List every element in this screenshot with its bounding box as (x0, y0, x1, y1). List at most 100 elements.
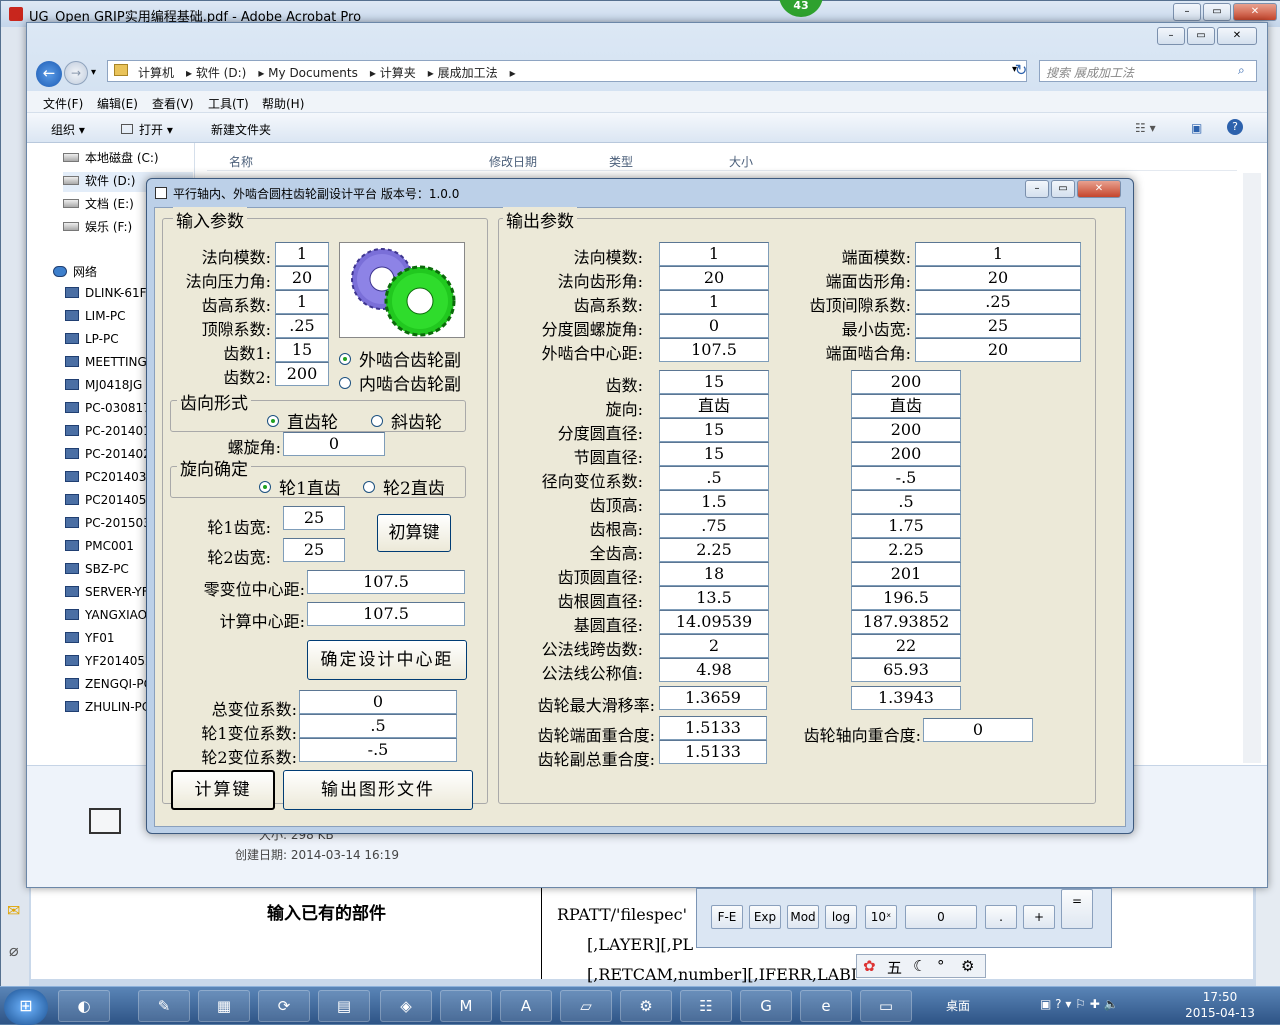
taskbar-calculator-icon[interactable]: ▦ (198, 990, 250, 1022)
helix-input[interactable]: 0 (283, 432, 385, 456)
taskbar-refresh-icon[interactable]: ⟳ (258, 990, 310, 1022)
radio-gear1-spur[interactable]: 轮1直齿 (259, 474, 341, 499)
back-button[interactable]: ← (36, 61, 62, 87)
paw-icon[interactable]: ✿ (863, 957, 876, 975)
update-badge[interactable]: 43 (779, 0, 823, 17)
taskbar-grid-icon[interactable]: ☷ (680, 990, 732, 1022)
taskbar-window-icon[interactable]: ▭ (860, 990, 912, 1022)
nav-network-computer[interactable]: PC-201503 (65, 516, 149, 536)
total-shift-input[interactable]: 0 (299, 690, 457, 714)
help-icon[interactable]: ? (1227, 119, 1243, 135)
radio-gear2-spur[interactable]: 轮2直齿 (363, 474, 445, 499)
taskbar-gear-app-icon[interactable]: ⚙ (620, 990, 672, 1022)
clock[interactable]: 17:50 2015-04-13 (1170, 989, 1270, 1021)
breadcrumb-item[interactable]: 计算夹 (380, 66, 416, 80)
calc-key-equals[interactable]: = (1061, 889, 1093, 929)
taskbar-paint-icon[interactable]: ✎ (138, 990, 190, 1022)
nav-network-computer[interactable]: ZENGQI-PC (65, 677, 149, 697)
breadcrumb-item[interactable]: 展成加工法 (438, 66, 498, 80)
confirm-center-button[interactable]: 确定设计中心距 (307, 640, 467, 680)
calc-key-plus[interactable]: + (1023, 905, 1055, 929)
radio-helical[interactable]: 斜齿轮 (371, 408, 442, 433)
breadcrumb-item[interactable]: My Documents (268, 66, 358, 80)
desktop-toolbar-label[interactable]: 桌面 (946, 997, 970, 1014)
explorer-minimize-button[interactable]: – (1157, 27, 1185, 45)
radio-internal-mesh[interactable]: 内啮合齿轮副 (339, 370, 461, 395)
radio-external-mesh[interactable]: 外啮合齿轮副 (339, 346, 461, 371)
new-folder-button[interactable]: 新建文件夹 (211, 121, 271, 138)
search-input[interactable]: 搜索 展成加工法 ⌕ (1039, 60, 1257, 82)
nav-network-computer[interactable]: PC2014030 (65, 470, 149, 490)
shift1-input[interactable]: .5 (299, 714, 457, 738)
ime-mode[interactable]: 五 (887, 957, 902, 978)
acrobat-close-button[interactable]: ✕ (1233, 3, 1277, 21)
menu-view[interactable]: 查看(V) (152, 95, 194, 112)
nav-network-computer[interactable]: YF2014052 (65, 654, 149, 674)
taskbar-acrobat-icon[interactable]: A (500, 990, 552, 1022)
zero-center-input[interactable]: 107.5 (307, 570, 465, 594)
taskbar-ie-icon[interactable]: e (800, 990, 852, 1022)
width1-input[interactable]: 25 (283, 506, 345, 530)
column-name[interactable]: 名称 (229, 153, 253, 170)
nav-network-computer[interactable]: PC2014051 (65, 493, 149, 513)
attachment-icon[interactable]: ⌀ (9, 941, 19, 960)
nav-drive-c[interactable]: 本地磁盘 (C:) (63, 149, 193, 169)
breadcrumb-item[interactable]: 计算机 (138, 66, 174, 80)
menu-tools[interactable]: 工具(T) (208, 95, 249, 112)
nav-network-computer[interactable]: MEETTING (65, 355, 149, 375)
acrobat-minimize-button[interactable]: – (1173, 3, 1201, 21)
calc-key-zero[interactable]: 0 (905, 905, 977, 929)
nav-network-computer[interactable]: LP-PC (65, 332, 149, 352)
nav-network-computer[interactable]: ZHULIN-PC (65, 700, 149, 720)
column-date[interactable]: 修改日期 (489, 153, 537, 170)
input-field[interactable]: 15 (275, 338, 329, 362)
taskbar-app-icon[interactable]: ◐ (58, 990, 110, 1022)
moon-icon[interactable]: ☾ (913, 957, 926, 975)
calculate-button[interactable]: 计算键 (171, 770, 275, 810)
dialog-close-button[interactable]: ✕ (1077, 180, 1121, 198)
forward-button[interactable]: → (64, 61, 88, 85)
nav-network-computer[interactable]: MJ0418JG (65, 378, 149, 398)
input-field[interactable]: 20 (275, 266, 329, 290)
menu-file[interactable]: 文件(F) (43, 95, 83, 112)
menu-help[interactable]: 帮助(H) (262, 95, 304, 112)
nav-network-computer[interactable]: PC-030817 (65, 401, 149, 421)
tray-icons[interactable]: ▣ ? ▾ ⚐ ✚ 🔈 (1040, 997, 1119, 1011)
dialog-minimize-button[interactable]: – (1025, 180, 1049, 198)
input-field[interactable]: .25 (275, 314, 329, 338)
input-field[interactable]: 1 (275, 290, 329, 314)
radio-spur[interactable]: 直齿轮 (267, 408, 338, 433)
shift2-input[interactable]: -.5 (299, 738, 457, 762)
preview-pane-icon[interactable]: ▣ (1191, 121, 1202, 135)
width2-input[interactable]: 25 (283, 538, 345, 562)
initial-calc-button[interactable]: 初算键 (377, 514, 451, 552)
calc-key-log[interactable]: log (825, 905, 857, 929)
input-field[interactable]: 1 (275, 242, 329, 266)
explorer-close-button[interactable]: ✕ (1217, 27, 1257, 45)
export-graphics-button[interactable]: 输出图形文件 (283, 770, 473, 810)
punct-icon[interactable]: ° (937, 957, 945, 975)
start-button[interactable]: ⊞ (4, 989, 48, 1025)
history-dropdown-icon[interactable]: ▾ (91, 67, 96, 78)
nav-network-computer[interactable]: PC-201402 (65, 447, 149, 467)
calc-key-pow10[interactable]: 10ˣ (865, 905, 897, 929)
nav-network-computer[interactable]: DLINK-61F (65, 286, 149, 306)
search-icon[interactable]: ⌕ (1238, 63, 1245, 78)
organize-button[interactable]: 组织 ▾ (51, 121, 85, 138)
file-list-scrollbar[interactable] (1243, 173, 1261, 763)
taskbar-explorer-icon[interactable]: ▤ (318, 990, 370, 1022)
view-options-icon[interactable]: ☷ ▾ (1135, 121, 1156, 135)
nav-network-computer[interactable]: PC-201401 (65, 424, 149, 444)
column-size[interactable]: 大小 (729, 153, 753, 170)
address-bar[interactable]: 计算机 ▸ 软件 (D:) ▸ My Documents ▸ 计算夹 ▸ 展成加工法 ▸ … (107, 60, 1027, 82)
taskbar-media-icon[interactable]: ◈ (380, 990, 432, 1022)
breadcrumb-item[interactable]: 软件 (D:) (196, 66, 246, 80)
nav-network-computer[interactable]: YANGXIAO (65, 608, 149, 628)
refresh-icon[interactable]: ↻ (1011, 61, 1031, 81)
nav-network-computer[interactable]: LIM-PC (65, 309, 149, 329)
nav-network-computer[interactable]: SERVER-YF (65, 585, 149, 605)
taskbar-notes-icon[interactable]: ▱ (560, 990, 612, 1022)
comment-icon[interactable]: ✉ (7, 901, 20, 920)
dialog-maximize-button[interactable]: ▭ (1051, 180, 1075, 198)
menu-edit[interactable]: 编辑(E) (97, 95, 138, 112)
